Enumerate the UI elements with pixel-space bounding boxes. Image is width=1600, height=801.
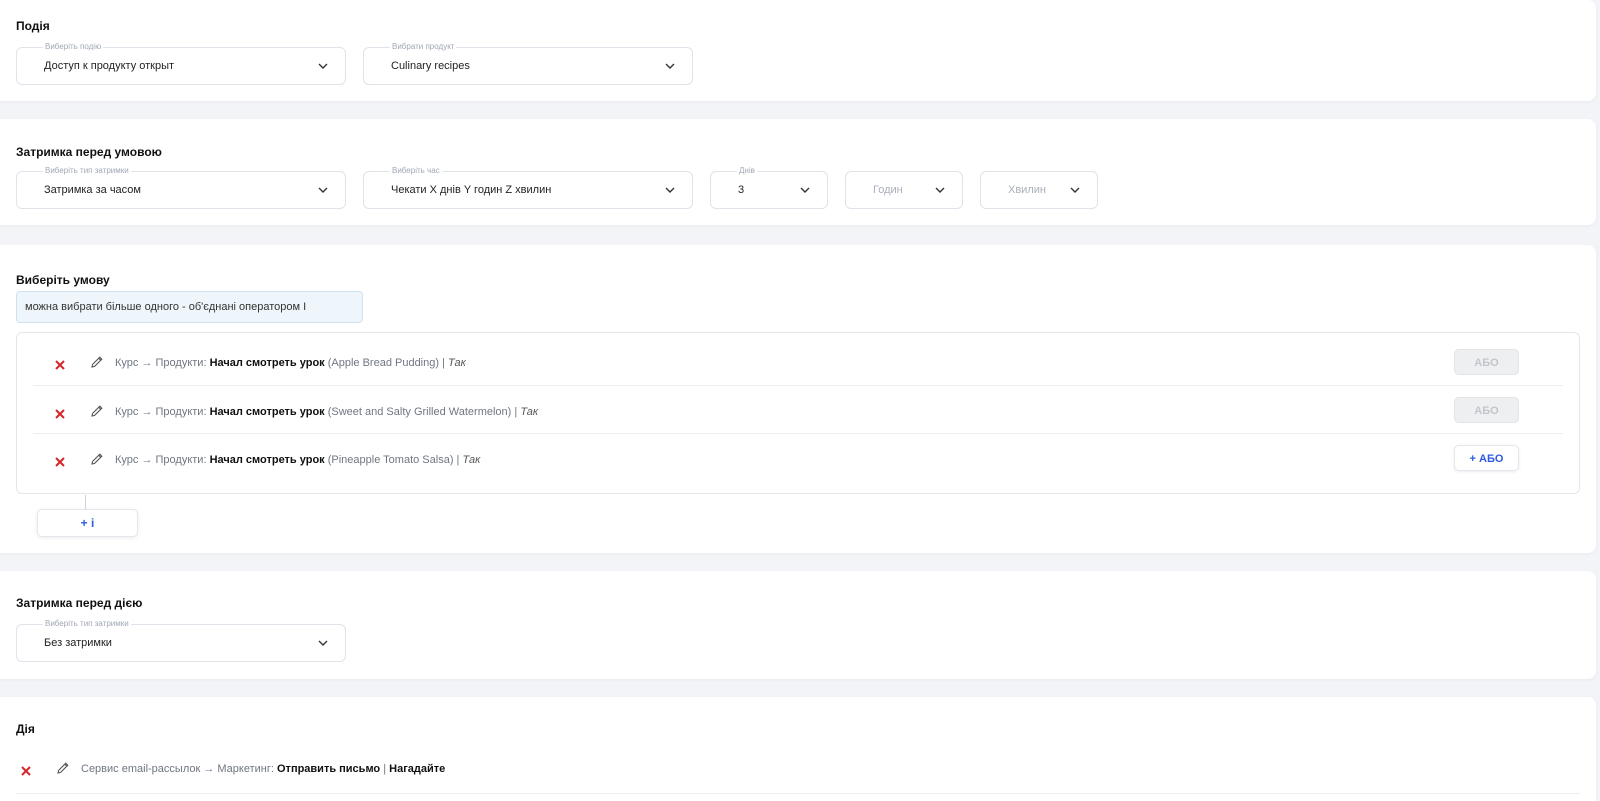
action-separator: | [380,763,390,775]
edit-icon[interactable] [56,761,70,775]
condition-item: (Apple Bread Pudding) | [324,357,448,369]
condition-action: Начал смотреть урок [209,406,325,418]
action-prefix: Сервис email-рассылок → Маркетинг: [81,763,277,775]
delay-time-label: Виберіть час [390,166,442,176]
delay-time-value: Чекати X днів Y годин Z хвилин [391,184,552,196]
condition-row: Курс → Продукти: Начал смотреть урок (Ap… [33,338,1563,386]
edit-icon[interactable] [90,355,104,369]
and-connector-line [85,495,86,509]
conditions-list: Курс → Продукти: Начал смотреть урок (Ap… [16,332,1580,494]
remove-icon[interactable] [21,763,31,776]
minutes-placeholder: Хвилин [1008,184,1046,196]
remove-icon[interactable] [55,454,65,467]
action-section-title: Дія [16,722,35,736]
action-text: Сервис email-рассылок → Маркетинг: Отпра… [81,763,445,775]
delay-before-condition-title: Затримка перед умовою [16,145,162,159]
delay-before-action-title: Затримка перед дією [16,596,143,610]
condition-action: Начал смотреть урок [209,454,325,466]
condition-row: Курс → Продукти: Начал смотреть урок (Pi… [33,434,1563,482]
delay-before-condition-card: Затримка перед умовою Виберіть тип затри… [0,119,1596,225]
event-select-value: Доступ к продукту открыт [44,60,175,72]
condition-row: Курс → Продукти: Начал смотреть урок (Sw… [33,386,1563,434]
action-detail: Нагадайте [389,763,446,775]
condition-prefix: Курс → Продукти: [115,454,210,466]
action-name: Отправить письмо [277,763,381,775]
condition-prefix: Курс → Продукти: [115,406,210,418]
add-and-button[interactable]: + і [37,509,138,537]
event-select[interactable]: Виберіть подію Доступ к продукту открыт [16,42,346,85]
action-card: Дія Сервис email-рассылок → Маркетинг: О… [0,697,1596,801]
delay-time-select[interactable]: Виберіть час Чекати X днів Y годин Z хви… [363,166,693,209]
chevron-down-icon [664,60,676,72]
delay-before-action-card: Затримка перед дією Виберіть тип затримк… [0,571,1596,679]
product-select-value: Culinary recipes [391,60,470,72]
condition-item: (Sweet and Salty Grilled Watermelon) | [324,406,521,418]
or-button[interactable]: АБО [1454,397,1519,423]
edit-icon[interactable] [90,404,104,418]
or-button[interactable]: АБО [1454,349,1519,375]
action-delay-type-label: Виберіть тип затримки [43,619,131,629]
chevron-down-icon [934,184,946,196]
days-value: 3 [738,184,745,196]
event-section-title: Подія [16,19,50,33]
delay-type-value: Затримка за часом [44,184,141,196]
condition-hint: можна вибрати більше одного - об'єднані … [16,291,363,323]
chevron-down-icon [317,184,329,196]
hours-placeholder: Годин [873,184,903,196]
condition-section-title: Виберіть умову [16,273,110,287]
condition-result: Так [448,357,466,369]
days-label: Днів [737,166,757,176]
remove-icon[interactable] [55,357,65,370]
days-select[interactable]: Днів 3 [710,166,828,209]
product-select[interactable]: Вибрати продукт Culinary recipes [363,42,693,85]
chevron-down-icon [664,184,676,196]
hours-select[interactable]: Годин [845,171,963,209]
condition-result: Так [520,406,539,418]
condition-action: Начал смотреть урок [209,357,325,369]
add-or-button[interactable]: + АБО [1454,445,1519,471]
product-select-label: Вибрати продукт [390,42,457,52]
condition-text: Курс → Продукти: Начал смотреть урок (Pi… [115,454,480,466]
condition-text: Курс → Продукти: Начал смотреть урок (Ap… [115,357,466,369]
minutes-select[interactable]: Хвилин [980,171,1098,209]
event-card: Подія Виберіть подію Доступ к продукту о… [0,0,1596,101]
event-select-label: Виберіть подію [43,42,104,52]
action-delay-type-select[interactable]: Виберіть тип затримки Без затримки [16,619,346,662]
condition-prefix: Курс → Продукти: [115,357,210,369]
remove-icon[interactable] [55,406,65,419]
action-delay-type-value: Без затримки [44,637,112,649]
delay-type-select[interactable]: Виберіть тип затримки Затримка за часом [16,166,346,209]
edit-icon[interactable] [90,452,104,466]
delay-type-label: Виберіть тип затримки [43,166,131,176]
chevron-down-icon [799,184,811,196]
condition-item: (Pineapple Tomato Salsa) | [324,454,463,466]
row-divider [16,793,1580,794]
chevron-down-icon [317,637,329,649]
chevron-down-icon [1069,184,1081,196]
chevron-down-icon [317,60,329,72]
condition-result: Так [462,454,481,466]
condition-text: Курс → Продукти: Начал смотреть урок (Sw… [115,406,538,418]
